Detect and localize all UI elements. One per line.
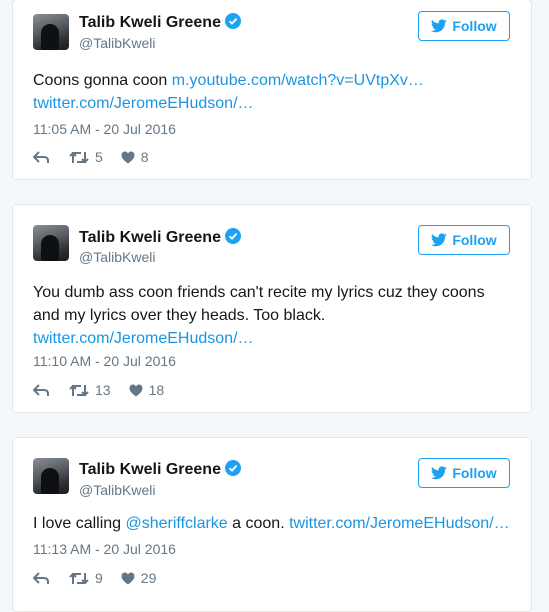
follow-label: Follow xyxy=(452,465,497,481)
author-name-row[interactable]: Talib Kweli Greene xyxy=(79,460,241,479)
tweet-text: Coons gonna coon m.youtube.com/watch?v=U… xyxy=(33,69,513,115)
like-button[interactable]: 8 xyxy=(121,149,149,165)
reply-button[interactable] xyxy=(33,383,49,397)
retweet-icon xyxy=(69,151,89,163)
retweet-button[interactable]: 5 xyxy=(69,149,103,165)
heart-icon xyxy=(129,384,143,396)
twitter-bird-icon xyxy=(431,233,448,247)
heart-icon xyxy=(121,151,135,163)
tweet-text: You dumb ass coon friends can't recite m… xyxy=(33,281,513,350)
timestamp[interactable]: 11:13 AM - 20 Jul 2016 xyxy=(33,541,176,557)
follow-label: Follow xyxy=(452,18,497,34)
author-name-row[interactable]: Talib Kweli Greene xyxy=(79,13,241,32)
retweet-icon xyxy=(69,384,89,396)
avatar[interactable] xyxy=(33,14,69,50)
tweet-text-segment: and my lyrics over they heads. Too black… xyxy=(33,307,326,324)
retweet-count: 5 xyxy=(95,149,103,165)
timestamp[interactable]: 11:05 AM - 20 Jul 2016 xyxy=(33,121,176,137)
heart-icon xyxy=(121,572,135,584)
verified-badge-icon xyxy=(224,13,241,29)
author-name[interactable]: Talib Kweli Greene xyxy=(79,14,221,31)
retweet-count: 13 xyxy=(95,382,111,398)
follow-label: Follow xyxy=(452,232,497,248)
avatar[interactable] xyxy=(33,458,69,494)
author-handle[interactable]: @TalibKweli xyxy=(79,35,155,51)
timestamp[interactable]: 11:10 AM - 20 Jul 2016 xyxy=(33,353,176,369)
tweet-text-segment: You dumb ass coon friends can't recite m… xyxy=(33,284,485,301)
tweet-text-segment: a coon. xyxy=(227,515,290,532)
tweet-card: Talib Kweli Greene @TalibKweli Follow Co… xyxy=(12,0,532,180)
reply-icon xyxy=(33,571,49,584)
like-count: 29 xyxy=(140,570,157,586)
author-handle[interactable]: @TalibKweli xyxy=(79,249,155,265)
author-name-row[interactable]: Talib Kweli Greene xyxy=(79,228,241,247)
author-name[interactable]: Talib Kweli Greene xyxy=(79,229,221,246)
like-count: 18 xyxy=(148,382,165,398)
tweet-actions: 13 18 xyxy=(33,381,164,399)
like-button[interactable]: 18 xyxy=(129,382,165,398)
reply-button[interactable] xyxy=(33,150,49,164)
tweet-actions: 9 29 xyxy=(33,569,156,587)
tweet-text: I love calling @sheriffclarke a coon. tw… xyxy=(33,512,513,535)
retweet-count: 9 xyxy=(95,570,103,586)
tweet-link[interactable]: twitter.com/JeromeEHudson/… xyxy=(33,95,254,112)
verified-badge-icon xyxy=(224,228,241,244)
retweet-icon xyxy=(69,572,89,584)
twitter-bird-icon xyxy=(431,466,448,480)
like-count: 8 xyxy=(140,149,149,165)
tweet-text-segment: I love calling xyxy=(33,515,126,532)
twitter-bird-icon xyxy=(431,19,448,33)
reply-icon xyxy=(33,150,49,163)
retweet-button[interactable]: 9 xyxy=(69,570,103,586)
retweet-button[interactable]: 13 xyxy=(69,382,111,398)
like-button[interactable]: 29 xyxy=(121,570,157,586)
follow-button[interactable]: Follow xyxy=(418,225,510,255)
mention-link[interactable]: @sheriffclarke xyxy=(126,515,228,532)
author-handle[interactable]: @TalibKweli xyxy=(79,482,155,498)
follow-button[interactable]: Follow xyxy=(418,11,510,41)
tweet-link[interactable]: twitter.com/JeromeEHudson/… xyxy=(33,330,254,347)
author-name[interactable]: Talib Kweli Greene xyxy=(79,461,221,478)
tweet-text-segment: Coons gonna coon xyxy=(33,72,172,89)
avatar[interactable] xyxy=(33,225,69,261)
tweet-actions: 5 8 xyxy=(33,148,149,166)
tweet-link[interactable]: m.youtube.com/watch?v=UVtpXv… xyxy=(172,72,424,89)
tweet-card: Talib Kweli Greene @TalibKweli Follow Yo… xyxy=(12,204,532,413)
reply-button[interactable] xyxy=(33,571,49,585)
follow-button[interactable]: Follow xyxy=(418,458,510,488)
reply-icon xyxy=(33,383,49,396)
verified-badge-icon xyxy=(224,460,241,476)
tweet-link[interactable]: twitter.com/JeromeEHudson/… xyxy=(289,515,510,532)
tweet-card: Talib Kweli Greene @TalibKweli Follow I … xyxy=(12,437,532,612)
